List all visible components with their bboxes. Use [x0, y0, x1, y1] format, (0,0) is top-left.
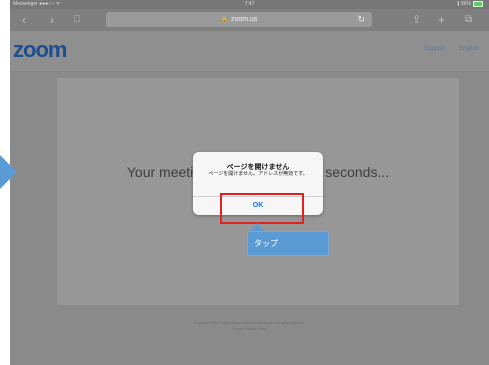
share-icon[interactable]: ⇪: [412, 12, 421, 28]
battery-icon: [473, 0, 483, 7]
page-footer: Copyright ©2017 Zoom Video Communication…: [10, 320, 489, 332]
battery-label: ∦ 96%: [457, 1, 471, 7]
tap-callout: タップ: [247, 231, 329, 256]
back-icon[interactable]: ‹: [22, 12, 26, 28]
zoom-logo[interactable]: zoom: [13, 38, 67, 62]
browser-toolbar: ‹ › ⎕ 🔒 zoom.us ↻ ⇪ + ⧉: [10, 9, 489, 31]
nav-support-link[interactable]: Support: [424, 46, 445, 52]
address-bar[interactable]: 🔒 zoom.us ↻: [106, 12, 372, 27]
new-tab-icon[interactable]: +: [438, 12, 445, 28]
ok-highlight-box: [220, 193, 304, 224]
nav-language-link[interactable]: English: [459, 46, 479, 52]
tabs-icon[interactable]: ⧉: [465, 12, 472, 28]
meeting-text-start: Your meeti: [126, 164, 194, 180]
site-header: zoom Support English: [10, 31, 489, 72]
callout-label: タップ: [254, 239, 278, 248]
alert-message: ページを開けません。アドレスが無効です。: [208, 171, 308, 177]
battery-status: ∦ 96%: [457, 0, 483, 9]
url-text: zoom.us: [231, 16, 258, 23]
reload-icon[interactable]: ↻: [357, 12, 365, 27]
status-time: 7:47: [244, 1, 255, 7]
bookmarks-icon[interactable]: ⎕: [74, 12, 80, 28]
annotation-arrow-icon: [0, 155, 17, 189]
status-bar: Messenger ●●●○○ ᯤ 7:47 ∦ 96%: [10, 0, 489, 9]
lock-icon: 🔒: [220, 17, 228, 23]
footer-links[interactable]: Privacy Policy | Terms: [10, 326, 489, 332]
carrier-label: Messenger ●●●○○ ᯤ: [13, 1, 61, 7]
forward-icon[interactable]: ›: [50, 12, 54, 28]
meeting-text-end: seconds...: [325, 164, 390, 180]
